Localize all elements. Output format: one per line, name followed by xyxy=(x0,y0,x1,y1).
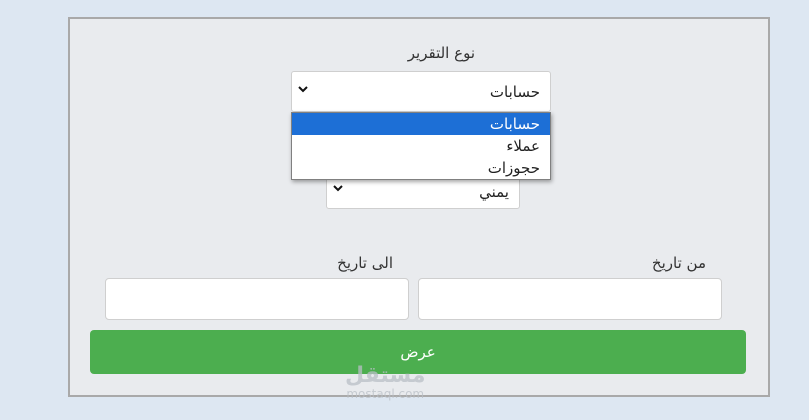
watermark-logo: مستقل mostaql.com xyxy=(345,363,426,402)
dropdown-option-accounts[interactable]: حسابات xyxy=(292,113,550,135)
from-date-input[interactable] xyxy=(418,278,722,320)
chevron-down-icon xyxy=(298,85,308,96)
dropdown-option-bookings[interactable]: حجوزات xyxy=(292,157,550,179)
report-type-dropdown: حسابات عملاء حجوزات xyxy=(291,112,551,180)
chevron-down-icon xyxy=(333,184,343,195)
second-select-value: يمني xyxy=(479,183,509,201)
report-type-label: نوع التقرير xyxy=(407,44,475,62)
dropdown-option-clients[interactable]: عملاء xyxy=(292,135,550,157)
from-date-label: من تاريخ xyxy=(651,254,706,272)
watermark-brand: مستقل xyxy=(345,363,426,388)
to-date-label: الى تاريخ xyxy=(337,254,393,272)
to-date-input[interactable] xyxy=(105,278,409,320)
report-type-selected-value: حسابات xyxy=(489,83,540,101)
watermark-url: mostaql.com xyxy=(346,387,425,401)
report-type-select[interactable]: حسابات xyxy=(291,71,551,112)
